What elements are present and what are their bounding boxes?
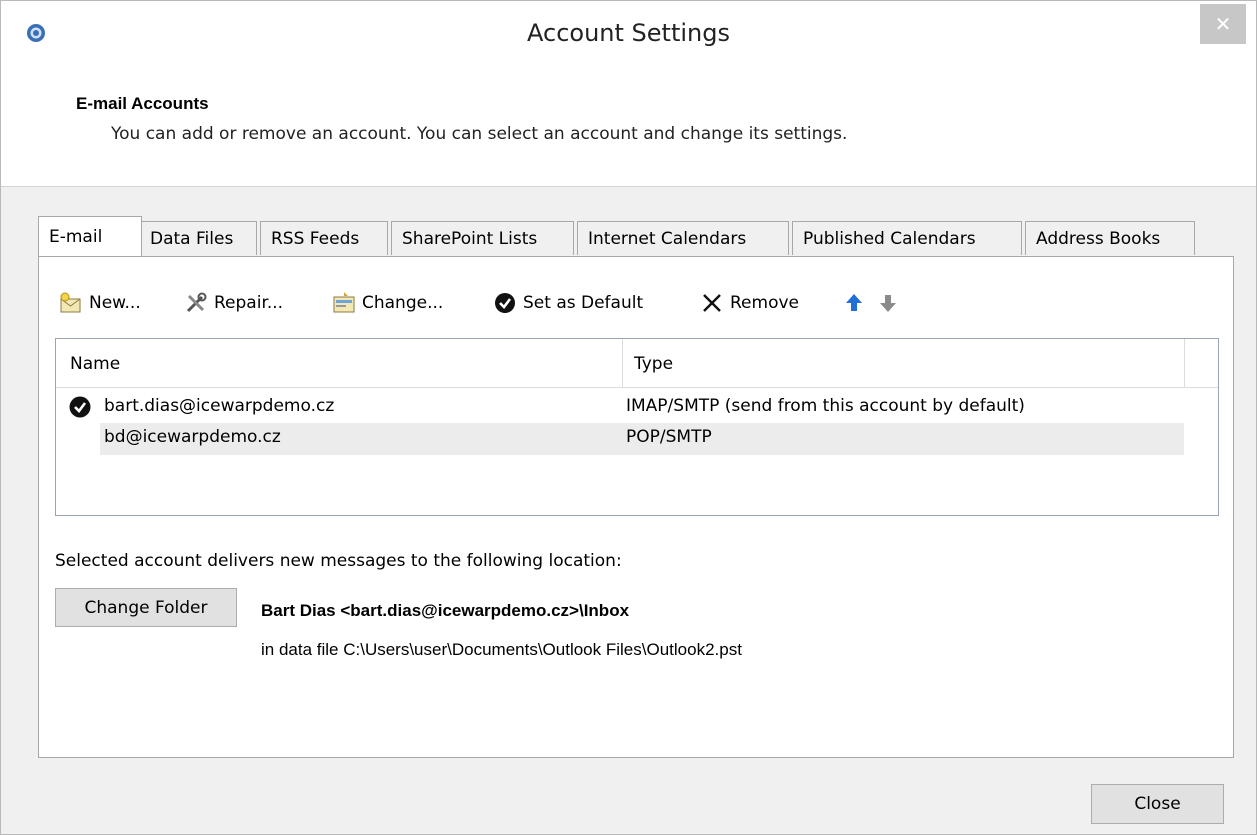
move-down-button[interactable] [876,287,906,319]
window-title: Account Settings [527,19,730,47]
account-row-selected[interactable]: bd@icewarpdemo.cz POP/SMTP [100,423,1184,455]
change-folder-button[interactable]: Change Folder [55,588,237,627]
tab-published-calendars[interactable]: Published Calendars [792,221,1022,255]
account-name: bd@icewarpdemo.cz [104,427,281,447]
tab-label: Address Books [1036,229,1161,249]
tab-label: SharePoint Lists [402,229,538,249]
arrow-up-icon [842,291,866,315]
header-title: E-mail Accounts [76,94,209,113]
tab-address-books[interactable]: Address Books [1025,221,1195,255]
delivery-description: Selected account delivers new messages t… [55,551,622,571]
new-label: New... [89,293,141,313]
repair-tools-icon [184,291,208,315]
repair-label: Repair... [214,293,284,313]
tab-label: RSS Feeds [271,229,360,249]
tab-label: Published Calendars [803,229,976,249]
account-settings-window: Account Settings ✕ E-mail Accounts You c… [0,0,1257,835]
list-header: Name Type [56,339,1218,388]
tab-sharepoint-lists[interactable]: SharePoint Lists [391,221,574,255]
tab-rss-feeds[interactable]: RSS Feeds [260,221,388,255]
tab-data-files[interactable]: Data Files [139,221,257,255]
remove-label: Remove [730,293,799,313]
column-header-name[interactable]: Name [70,354,120,374]
remove-button[interactable]: Remove [700,287,799,319]
delivery-data-file: in data file C:\Users\user\Documents\Out… [261,640,742,659]
change-button[interactable]: Change... [332,287,443,319]
close-button[interactable]: Close [1091,784,1224,824]
accounts-list: Name Type bart.dias@icewarpdemo.cz IMAP/… [55,338,1219,516]
new-mail-icon [59,291,83,315]
title-bar: Account Settings ✕ [1,1,1256,76]
tab-email[interactable]: E-mail [38,216,142,256]
set-as-default-button[interactable]: Set as Default [493,287,643,319]
set-as-default-label: Set as Default [523,293,644,313]
account-name: bart.dias@icewarpdemo.cz [104,396,335,416]
account-row[interactable]: bart.dias@icewarpdemo.cz IMAP/SMTP (send… [56,392,1218,424]
tab-internet-calendars[interactable]: Internet Calendars [577,221,789,255]
check-circle-icon [493,291,517,315]
header-subtitle: You can add or remove an account. You ca… [111,124,848,144]
change-settings-icon [332,291,356,315]
column-header-type[interactable]: Type [634,354,673,374]
email-tab-panel: New... Repair... Change... Set as Defaul… [38,256,1234,758]
new-account-button[interactable]: New... [59,287,141,319]
default-check-icon [68,395,92,419]
account-type: IMAP/SMTP (send from this account by def… [626,396,1025,416]
tab-label: Data Files [150,229,234,249]
account-type: POP/SMTP [626,427,712,447]
tab-label: E-mail [49,227,103,247]
change-label: Change... [362,293,444,313]
dialog-header: E-mail Accounts You can add or remove an… [1,76,1256,187]
move-up-button[interactable] [842,287,872,319]
column-separator [1184,339,1185,387]
close-icon: ✕ [1214,12,1232,36]
column-separator [622,339,623,387]
window-close-button[interactable]: ✕ [1200,4,1246,44]
x-icon [700,291,724,315]
repair-button[interactable]: Repair... [184,287,283,319]
arrow-down-icon [876,291,900,315]
delivery-location: Bart Dias <bart.dias@icewarpdemo.cz>\Inb… [261,601,630,620]
tab-label: Internet Calendars [588,229,747,249]
